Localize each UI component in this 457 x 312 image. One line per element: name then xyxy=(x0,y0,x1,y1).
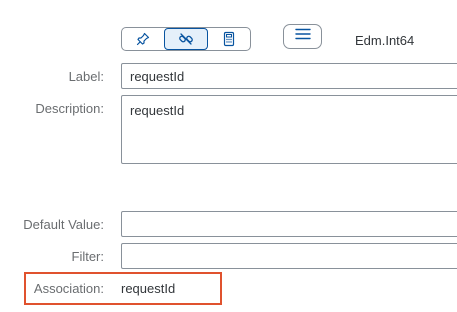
menu-button[interactable] xyxy=(283,24,322,49)
link-button[interactable] xyxy=(164,28,208,50)
label-input[interactable] xyxy=(121,63,457,89)
data-type-label: Edm.Int64 xyxy=(355,33,415,48)
filter-caption: Filter: xyxy=(71,249,105,264)
association-value: requestId xyxy=(121,281,176,296)
property-panel: Edm.Int64 Label: Description: requestId … xyxy=(0,0,457,312)
pin-icon xyxy=(135,31,151,47)
description-textarea[interactable]: requestId xyxy=(121,95,457,164)
pin-button[interactable] xyxy=(122,28,164,50)
default-value-input[interactable] xyxy=(121,211,457,237)
mode-segmented-button xyxy=(121,27,251,51)
default-value-caption: Default Value: xyxy=(23,217,104,232)
description-caption: Description: xyxy=(35,101,104,116)
label-caption: Label: xyxy=(68,69,104,84)
calculator-button[interactable] xyxy=(208,28,250,50)
filter-input[interactable] xyxy=(121,243,457,269)
association-caption: Association: xyxy=(33,281,104,296)
link-icon xyxy=(178,31,194,47)
calculator-icon xyxy=(221,31,237,47)
hamburger-menu-icon xyxy=(294,27,312,46)
